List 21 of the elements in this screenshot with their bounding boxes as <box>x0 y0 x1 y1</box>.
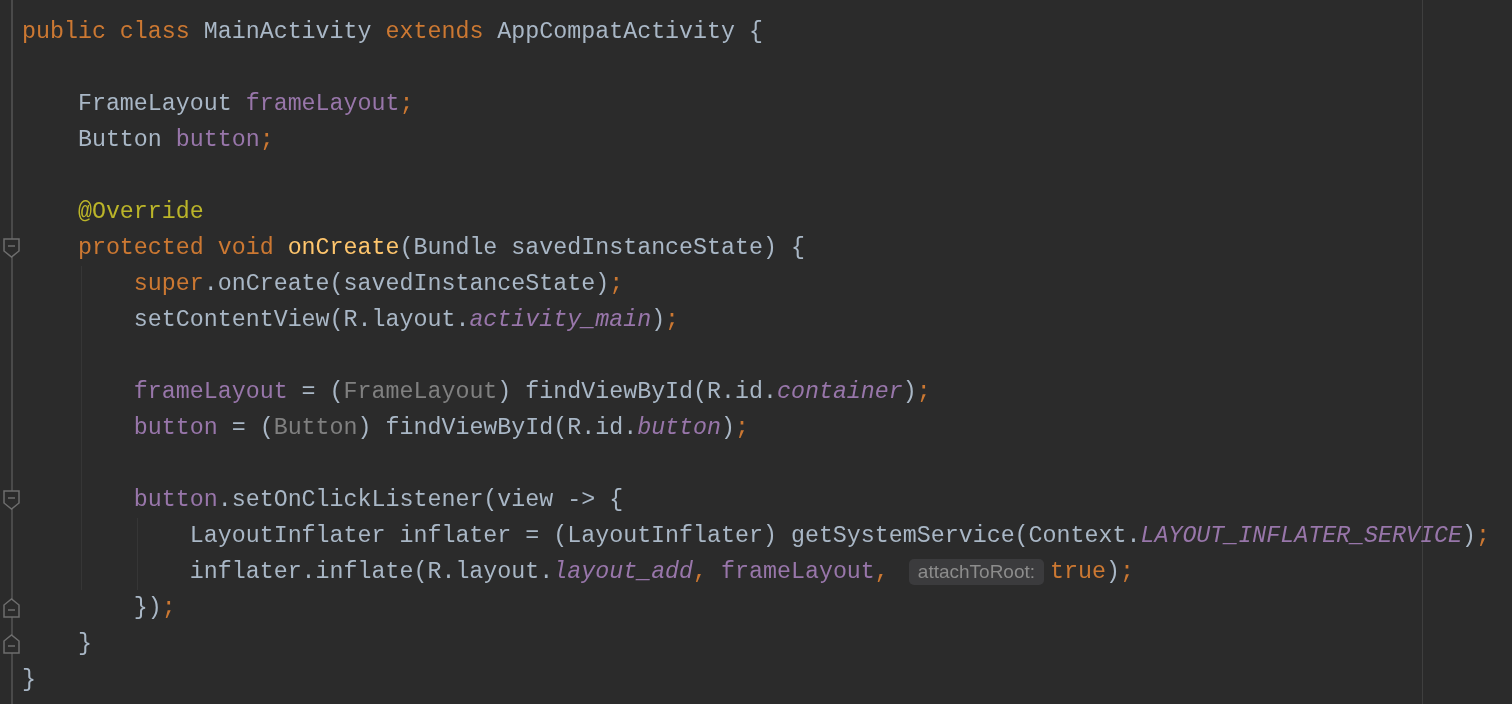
code-text: FrameLayout frameLayout; <box>76 90 414 119</box>
code-text: public class MainActivity extends AppCompatActivity { <box>22 18 763 47</box>
code-text: Button button; <box>76 126 274 155</box>
code-text: @Override <box>76 198 204 227</box>
fold-icon[interactable] <box>3 634 20 654</box>
code-text: LayoutInflater inflater = (LayoutInflater) getSystemService(Context.LAYOUT_INFLATER_SERVICE); <box>188 522 1490 551</box>
fold-icon[interactable] <box>3 490 20 510</box>
code-text: }); <box>132 594 176 623</box>
code-text: super.onCreate(savedInstanceState); <box>132 270 624 299</box>
code-text: button = (Button) findViewById(R.id.button); <box>132 414 749 443</box>
code-text: } <box>76 630 92 659</box>
code-text: } <box>22 666 36 695</box>
code-text: protected void onCreate(Bundle savedInstanceState) { <box>76 234 805 263</box>
code-text: button.setOnClickListener(view -> { <box>132 486 624 515</box>
fold-icon[interactable] <box>3 238 20 258</box>
code-text: inflater.inflate(R.layout.layout_add, frameLayout, <box>188 558 890 587</box>
parameter-hint: attachToRoot: <box>908 559 1045 585</box>
code-text: true); <box>1050 558 1134 587</box>
code-text: frameLayout = (FrameLayout) findViewById(R.id.container); <box>132 378 931 407</box>
fold-icon[interactable] <box>3 598 20 618</box>
code-text: setContentView(R.layout.activity_main); <box>132 306 680 335</box>
